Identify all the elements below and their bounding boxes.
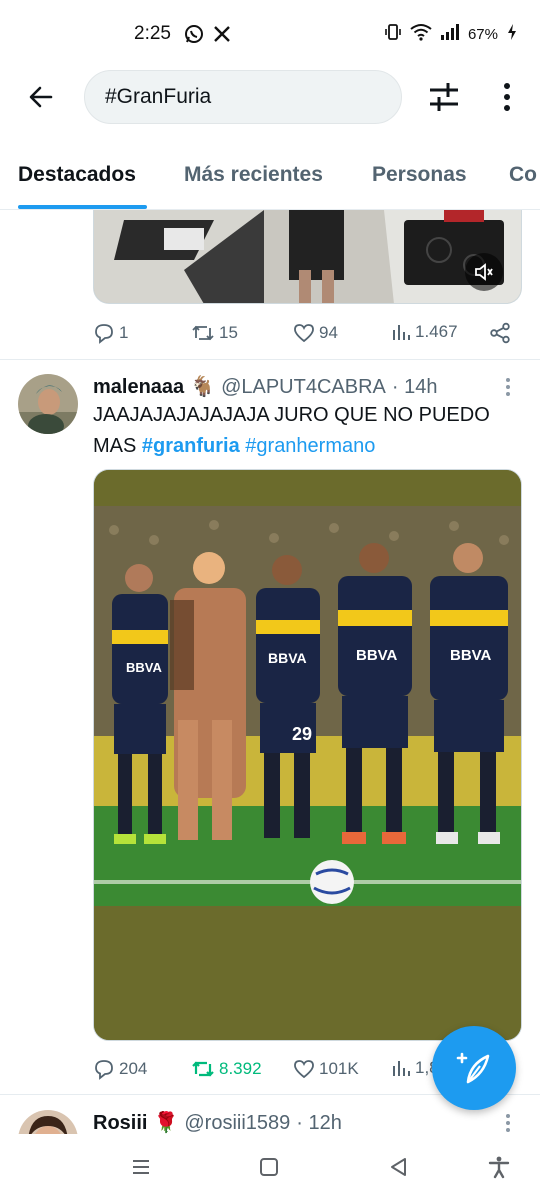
views-chart-icon [393, 325, 410, 340]
search-input[interactable]: #GranFuria [105, 85, 211, 109]
reply-count: 204 [119, 1059, 148, 1078]
battery-text: 67% [467, 25, 498, 43]
tab-comunidades[interactable]: Co [509, 163, 537, 187]
status-time: 2:25 [134, 23, 171, 44]
back-triangle-icon [391, 1158, 406, 1176]
reply-count: 1 [119, 323, 129, 342]
user-handle[interactable]: @rosiii1589 [184, 1112, 290, 1134]
retweet-button[interactable]: 15 [191, 322, 238, 344]
retweet-count: 15 [219, 323, 238, 342]
arrow-left-icon [29, 86, 53, 108]
system-back-button[interactable] [386, 1154, 412, 1180]
filter-button[interactable] [424, 78, 464, 116]
views-button[interactable]: 1.467 [391, 322, 458, 342]
tweet-time[interactable]: · 14h [392, 376, 438, 399]
football-wall-photo: BBVA BBVA 29 BBVA BBVA [94, 470, 521, 1040]
jersey-text: BBVA [126, 660, 162, 675]
reply-icon [95, 1060, 113, 1080]
tweet-image[interactable]: BBVA BBVA 29 BBVA BBVA [93, 469, 522, 1041]
hashtag-granfuria[interactable]: #granfuria [142, 435, 240, 457]
reply-button[interactable]: 1 [93, 322, 128, 344]
svg-text:BBVA: BBVA [450, 647, 492, 664]
recent-apps-button[interactable] [128, 1154, 154, 1180]
wifi-icon [410, 23, 432, 45]
more-options-button[interactable] [494, 78, 520, 116]
shorts-number: 29 [292, 724, 312, 744]
x-icon [212, 24, 232, 49]
search-box[interactable]: #GranFuria [84, 70, 402, 124]
heart-icon [294, 1060, 314, 1079]
vibrate-icon [384, 23, 402, 45]
share-icon [490, 322, 510, 344]
like-button[interactable]: 94 [293, 322, 338, 344]
svg-text:BBVA: BBVA [356, 647, 398, 664]
tweet-feed[interactable]: 1 15 94 1.467 malenaaa 🐐 @LAPUT4CABRA · … [0, 210, 540, 1134]
hashtag-granhermano[interactable]: #granhermano [245, 435, 375, 457]
reply-button[interactable]: 204 [93, 1058, 147, 1080]
heart-icon [294, 324, 314, 343]
next-tweet-header: Rosiii 🌹 @rosiii1589 · 12h [93, 1110, 342, 1134]
tweet-more-button[interactable] [506, 1114, 510, 1132]
share-button[interactable] [489, 322, 511, 344]
prev-tweet-video[interactable] [93, 210, 522, 304]
home-button[interactable] [256, 1154, 282, 1180]
tweet-header: malenaaa 🐐 @LAPUT4CABRA · 14h [93, 374, 437, 399]
goat-emoji: 🐐 [190, 376, 216, 398]
avatar-image [18, 374, 78, 434]
tweet-time[interactable]: · 12h [296, 1112, 342, 1134]
like-count: 101K [319, 1059, 359, 1078]
tab-destacados[interactable]: Destacados [18, 163, 136, 187]
search-tabs: Destacados Más recientes Personas Co [0, 146, 540, 210]
display-name[interactable]: malenaaa [93, 376, 184, 399]
svg-text:BBVA: BBVA [268, 650, 307, 666]
system-nav-bar [0, 1134, 540, 1200]
avatar-malenaaa[interactable] [18, 374, 78, 434]
retweet-icon [192, 325, 214, 341]
home-icon [260, 1158, 278, 1176]
accessibility-icon [488, 1156, 510, 1179]
battery-charging-icon [506, 23, 518, 45]
rose-emoji: 🌹 [153, 1112, 179, 1134]
like-count: 94 [319, 323, 338, 342]
recent-apps-icon [133, 1160, 149, 1174]
speaker-muted-icon [475, 263, 493, 281]
retweet-icon [192, 1061, 214, 1077]
reply-icon [95, 324, 113, 344]
tab-personas[interactable]: Personas [372, 163, 467, 187]
avatar-image [18, 1110, 78, 1134]
prev-tweet-actions: 1 15 94 1.467 [93, 322, 518, 350]
display-name[interactable]: Rosiii [93, 1112, 147, 1134]
back-button[interactable] [24, 80, 58, 114]
more-vertical-icon [504, 83, 510, 89]
tweet-text: JAAJAJAJAJAJAJA JURO QUE NO PUEDO MAS #g… [93, 400, 523, 462]
retweet-button[interactable]: 8.392 [191, 1058, 262, 1080]
avatar-rosiii[interactable] [18, 1110, 78, 1134]
whatsapp-icon [184, 24, 204, 49]
accessibility-button[interactable] [486, 1154, 512, 1180]
views-count: 1.467 [415, 322, 458, 341]
sliders-icon [430, 83, 458, 111]
status-bar: 2:25 67% [0, 0, 540, 66]
retweet-count: 8.392 [219, 1059, 262, 1078]
active-tab-indicator [18, 205, 147, 209]
like-button[interactable]: 101K [293, 1058, 359, 1080]
user-handle[interactable]: @LAPUT4CABRA [221, 376, 386, 399]
tweet-divider [0, 359, 540, 360]
football [310, 860, 354, 904]
views-chart-icon [393, 1061, 410, 1076]
search-header: #GranFuria [0, 66, 540, 128]
signal-icon [440, 23, 460, 45]
tab-mas-recientes[interactable]: Más recientes [184, 163, 323, 187]
volume-button[interactable] [465, 253, 503, 291]
compose-feather-icon [456, 1052, 490, 1084]
tweet-more-button[interactable] [506, 378, 510, 396]
kitchen-video-frame [94, 210, 521, 303]
compose-tweet-button[interactable] [432, 1026, 516, 1110]
